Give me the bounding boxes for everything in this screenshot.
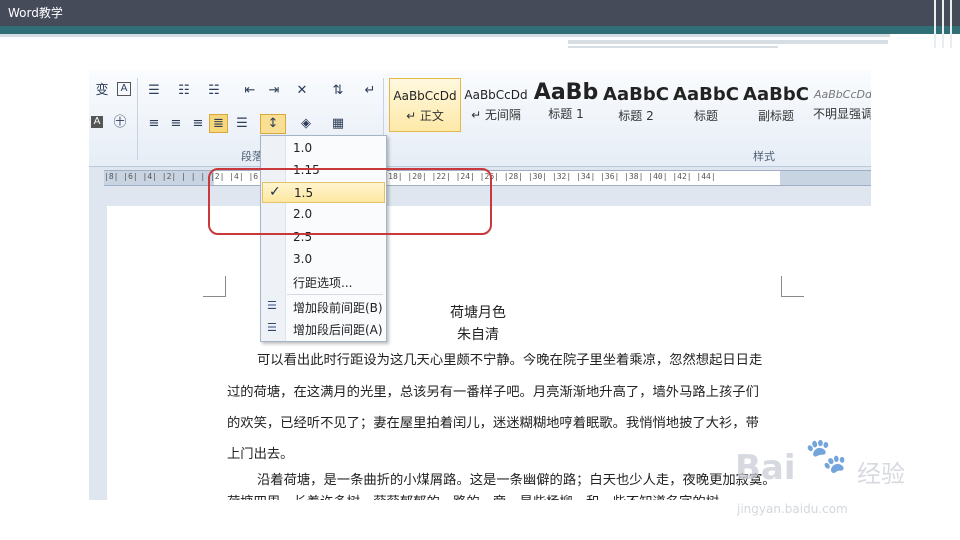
multilevel-list-icon[interactable]: ☵ [205, 82, 223, 100]
style-heading-1[interactable]: AaBb 标题 1 [531, 78, 601, 130]
bullets-icon[interactable]: ☰ [145, 82, 163, 100]
document-line: 荷塘四周，长着许多树，蓊蓊郁郁的。路的一旁，是些杨柳，和一些不知道名字的树 [227, 491, 787, 500]
decorative-stripes [930, 0, 960, 48]
sort-icon[interactable]: ⇅ [329, 82, 347, 100]
style-sample: AaBbC [673, 84, 739, 105]
annotation-highlight-box [208, 168, 492, 235]
line-spacing-button[interactable]: ↕ [260, 114, 286, 134]
style-sample: AaBbCcDd [393, 89, 457, 103]
distributed-icon[interactable]: ☰ [233, 115, 251, 133]
document-line: 过的荷塘，在这满月的光里，总该另有一番样子吧。月亮渐渐地升高了，墙外马路上孩子们 [227, 385, 759, 400]
style-name: ↵ 无间隔 [471, 108, 521, 122]
style-name: 不明显强调 [812, 107, 871, 121]
line-spacing-option-1-0[interactable]: 1.0 [262, 138, 385, 159]
ribbon: 变 A A ㊉ ☰ ☷ ☵ ⇤ ⇥ ✕ ⇅ ↵ ≡ ≡ ≡ ≣ ☰ ↕ ◈ ▦ … [89, 70, 871, 167]
document-line: 沿着荷塘，是一条曲折的小煤屑路。这是一条幽僻的路；白天也少人走，夜晚更加寂寞。 [257, 473, 776, 488]
enclose-char-icon[interactable]: ㊉ [111, 114, 129, 132]
style-name: 副标题 [757, 109, 794, 123]
style-normal[interactable]: AaBbCcDd ↵ 正文 [389, 78, 461, 132]
add-space-after-item[interactable]: ☰ 增加段后间距(A) [262, 318, 385, 339]
decrease-indent-icon[interactable]: ⇤ [241, 82, 259, 100]
document-author: 朱自清 [457, 327, 499, 343]
decorative-line [568, 46, 778, 48]
word-screenshot: 变 A A ㊉ ☰ ☷ ☵ ⇤ ⇥ ✕ ⇅ ↵ ≡ ≡ ≡ ≣ ☰ ↕ ◈ ▦ … [89, 70, 871, 500]
separator [137, 78, 138, 160]
style-sample: AaBbC [603, 84, 669, 105]
shading-icon[interactable]: ◈ [297, 115, 315, 133]
document-line: 可以看出此时行距设为这几天心里颇不宁静。今晚在院子里坐着乘凉，忽然想起日日走 [257, 353, 763, 368]
line-spacing-menu: 1.0 1.15 ✓ 1.5 2.0 2.5 3.0 行距选项... ☰ 增加段… [260, 135, 387, 342]
style-subtle-emphasis[interactable]: AaBbCcDd 不明显强调 [811, 78, 871, 130]
document-line: 上门出去。 [227, 447, 294, 462]
style-no-spacing[interactable]: AaBbCcDd ↵ 无间隔 [461, 78, 531, 130]
style-name: 标题 [693, 109, 718, 123]
watermark-brand-cn: 经验 [857, 460, 905, 488]
justify-icon[interactable]: ≣ [209, 114, 228, 133]
char-border-icon[interactable]: A [117, 82, 131, 96]
chinese-layout-icon[interactable]: ✕ [293, 82, 311, 100]
line-spacing-options-item[interactable]: 行距选项... [262, 271, 385, 292]
margin-corner [781, 276, 804, 297]
slide-title-bar: Word教学 [0, 0, 960, 26]
document-title: 荷塘月色 [450, 305, 506, 321]
numbering-icon[interactable]: ☷ [175, 82, 193, 100]
align-left-icon[interactable]: ≡ [145, 115, 163, 133]
align-right-icon[interactable]: ≡ [189, 115, 207, 133]
style-title[interactable]: AaBbC 标题 [671, 78, 741, 130]
margin-corner [203, 276, 226, 297]
show-marks-icon[interactable]: ↵ [361, 82, 379, 100]
borders-icon[interactable]: ▦ [329, 115, 347, 133]
slide-accent-bar [0, 26, 960, 34]
styles-group-label: 样式 [753, 150, 775, 163]
style-heading-2[interactable]: AaBbC 标题 2 [601, 78, 671, 130]
document-line: 的欢笑，已经听不见了；妻在屋里拍着闰儿，迷迷糊糊地哼着眠歌。我悄悄地披了大衫，带 [227, 416, 759, 431]
style-sample: AaBb [533, 80, 599, 105]
space-before-icon: ☰ [267, 299, 277, 312]
slide-title: Word教学 [8, 6, 63, 20]
style-sample: AaBbC [743, 84, 809, 105]
line-spacing-option-3-0[interactable]: 3.0 [262, 249, 385, 270]
decorative-line [568, 40, 888, 44]
phonetic-guide-icon[interactable]: 变 [93, 82, 111, 100]
add-space-before-item[interactable]: ☰ 增加段前间距(B) [262, 296, 385, 317]
watermark-url: jingyan.baidu.com [737, 502, 848, 516]
space-after-icon: ☰ [267, 321, 277, 334]
char-shading-icon[interactable]: A [91, 116, 103, 128]
increase-indent-icon[interactable]: ⇥ [265, 82, 283, 100]
style-name: ↵ 正文 [406, 109, 444, 123]
style-sample: AaBbCcDd [464, 88, 528, 102]
style-name: 标题 1 [548, 107, 584, 121]
style-subtitle[interactable]: AaBbC 副标题 [741, 78, 811, 130]
decorative-line [0, 34, 890, 37]
watermark-brand: Bai [735, 448, 796, 488]
paw-icon: 🐾 [805, 436, 848, 476]
style-name: 标题 2 [618, 109, 654, 123]
align-center-icon[interactable]: ≡ [167, 115, 185, 133]
style-sample: AaBbCcDd [814, 88, 871, 101]
baidu-watermark: Bai 🐾 经验 jingyan.baidu.com [735, 436, 915, 528]
